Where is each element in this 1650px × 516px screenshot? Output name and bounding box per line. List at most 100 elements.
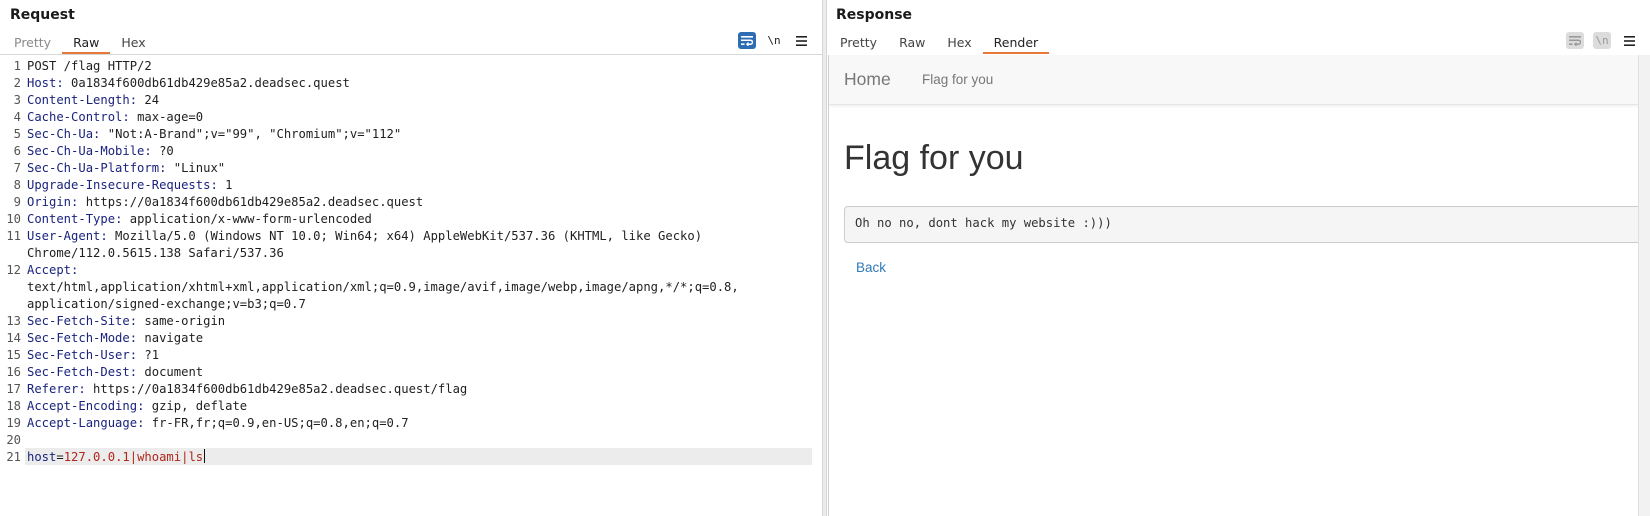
- line-number: 10: [6, 212, 21, 226]
- header-name: Host: [27, 76, 57, 90]
- header-value: 1: [217, 178, 233, 192]
- header-value: navigate: [137, 331, 204, 345]
- request-line: Origin: https://0a1834f600db61db429e85a2…: [27, 195, 424, 209]
- word-wrap-icon[interactable]: [738, 32, 756, 49]
- render-message: Oh no no, dont hack my website :))): [844, 206, 1644, 243]
- header-value: document: [137, 365, 204, 379]
- header-name: Accept-Encoding: [27, 399, 138, 413]
- tab-response-pretty[interactable]: Pretty: [829, 30, 888, 54]
- header-name: Sec-Fetch-Dest: [27, 365, 130, 379]
- tab-request-raw[interactable]: Raw: [62, 30, 111, 54]
- request-line: Accept:: [27, 263, 79, 277]
- header-value: gzip, deflate: [144, 399, 248, 413]
- line-number: 9: [13, 195, 21, 209]
- line-number: 6: [13, 144, 21, 158]
- request-toolbar: \n: [729, 32, 810, 49]
- request-line: Host: 0a1834f600db61db429e85a2.deadsec.q…: [27, 76, 350, 90]
- request-line: Accept-Encoding: gzip, deflate: [27, 399, 248, 413]
- request-line: User-Agent: Mozilla/5.0 (Windows NT 10.0…: [27, 229, 703, 243]
- request-title: Request: [10, 7, 75, 23]
- header-name: Sec-Fetch-Mode: [27, 331, 130, 345]
- header-value: 0a1834f600db61db429e85a2.deadsec.quest: [63, 76, 350, 90]
- request-line: host=127.0.0.1|whoami|ls: [27, 448, 812, 466]
- render-heading: Flag for you: [844, 139, 1024, 177]
- header-name: Content-Length: [27, 93, 130, 107]
- header-value: https://0a1834f600db61db429e85a2.deadsec…: [78, 195, 424, 209]
- tab-request-pretty[interactable]: Pretty: [3, 30, 62, 54]
- line-number: 4: [13, 110, 21, 124]
- header-value: Mozilla/5.0 (Windows NT 10.0; Win64; x64…: [107, 229, 703, 243]
- header-value: 24: [137, 93, 160, 107]
- header-name: Content-Type: [27, 212, 116, 226]
- header-name: Origin: [27, 195, 72, 209]
- newline-toggle-button[interactable]: \n: [1593, 32, 1611, 49]
- request-line: Referer: https://0a1834f600db61db429e85a…: [27, 382, 468, 396]
- request-editor[interactable]: 1 POST /flag HTTP/2 2 Host: 0a1834f600db61d…: [0, 57, 822, 516]
- request-line: Sec-Fetch-Site: same-origin: [27, 314, 226, 328]
- line-number: 1: [13, 59, 21, 73]
- line-number: 12: [6, 263, 21, 277]
- request-line-text: POST /flag HTTP/2: [27, 59, 152, 73]
- line-number: 17: [6, 382, 21, 396]
- header-name: Accept: [27, 263, 72, 277]
- request-line: Content-Type: application/x-www-form-url…: [27, 212, 372, 226]
- rendered-response: Home Flag for you Flag for you Oh no no,…: [828, 55, 1650, 516]
- wrapped-line-continuation: Chrome/112.0.5615.138 Safari/537.36: [27, 246, 284, 260]
- nav-home-link[interactable]: Home: [844, 69, 891, 90]
- header-value: ?1: [137, 348, 160, 362]
- word-wrap-icon[interactable]: [1566, 32, 1584, 49]
- header-name: Cache-Control: [27, 110, 123, 124]
- hamburger-menu-icon[interactable]: [1620, 32, 1638, 49]
- nav-flag-link[interactable]: Flag for you: [922, 72, 993, 87]
- body-param-equals: =: [56, 450, 64, 464]
- body-param-name: host: [27, 450, 57, 464]
- newline-toggle-button[interactable]: \n: [765, 32, 783, 49]
- header-value: application/x-www-form-urlencoded: [122, 212, 372, 226]
- request-line: Sec-Fetch-Mode: navigate: [27, 331, 204, 345]
- tab-request-hex[interactable]: Hex: [110, 30, 156, 54]
- line-number: 20: [6, 433, 21, 447]
- tab-response-render[interactable]: Render: [982, 30, 1050, 54]
- line-number: 2: [13, 76, 21, 90]
- header-name: Sec-Ch-Ua-Mobile: [27, 144, 145, 158]
- hamburger-menu-icon[interactable]: [792, 32, 810, 49]
- line-number: 11: [6, 229, 21, 243]
- back-link[interactable]: Back: [856, 260, 886, 275]
- body-param-value: 127.0.0.1|whoami|ls: [63, 450, 204, 464]
- header-value: ?0: [151, 144, 174, 158]
- request-line: Upgrade-Insecure-Requests: 1: [27, 178, 233, 192]
- render-scrollbar[interactable]: [1638, 55, 1650, 516]
- request-line: Sec-Ch-Ua-Platform: "Linux": [27, 161, 226, 175]
- wrapped-line-continuation: text/html,application/xhtml+xml,applicat…: [27, 280, 739, 294]
- line-number: 7: [13, 161, 21, 175]
- header-value: max-age=0: [129, 110, 204, 124]
- header-name: User-Agent: [27, 229, 101, 243]
- header-name: Referer: [27, 382, 79, 396]
- header-name: Sec-Fetch-Site: [27, 314, 130, 328]
- line-number: 3: [13, 93, 21, 107]
- line-number: 16: [6, 365, 21, 379]
- line-number: 21: [6, 450, 21, 464]
- line-number: 15: [6, 348, 21, 362]
- render-navbar: Home Flag for you: [829, 55, 1639, 105]
- request-line: Sec-Fetch-User: ?1: [27, 348, 160, 362]
- request-line: Cache-Control: max-age=0: [27, 110, 204, 124]
- header-value: "Linux": [166, 161, 226, 175]
- request-tabs: Pretty Raw Hex: [3, 30, 157, 54]
- line-number: 14: [6, 331, 21, 345]
- line-number: 18: [6, 399, 21, 413]
- line-number: 13: [6, 314, 21, 328]
- header-value: fr-FR,fr;q=0.9,en-US;q=0.8,en;q=0.7: [144, 416, 409, 430]
- header-name: Upgrade-Insecure-Requests: [27, 178, 211, 192]
- request-line: Accept-Language: fr-FR,fr;q=0.9,en-US;q=…: [27, 416, 409, 430]
- header-value: same-origin: [137, 314, 226, 328]
- request-tab-divider: [0, 54, 822, 55]
- response-title: Response: [836, 7, 913, 23]
- line-number: 5: [13, 127, 21, 141]
- line-number: 8: [13, 178, 21, 192]
- tab-response-hex[interactable]: Hex: [936, 30, 982, 54]
- tab-response-raw[interactable]: Raw: [888, 30, 936, 54]
- request-line: Sec-Fetch-Dest: document: [27, 365, 204, 379]
- header-name: Accept-Language: [27, 416, 138, 430]
- text-caret: [204, 449, 206, 463]
